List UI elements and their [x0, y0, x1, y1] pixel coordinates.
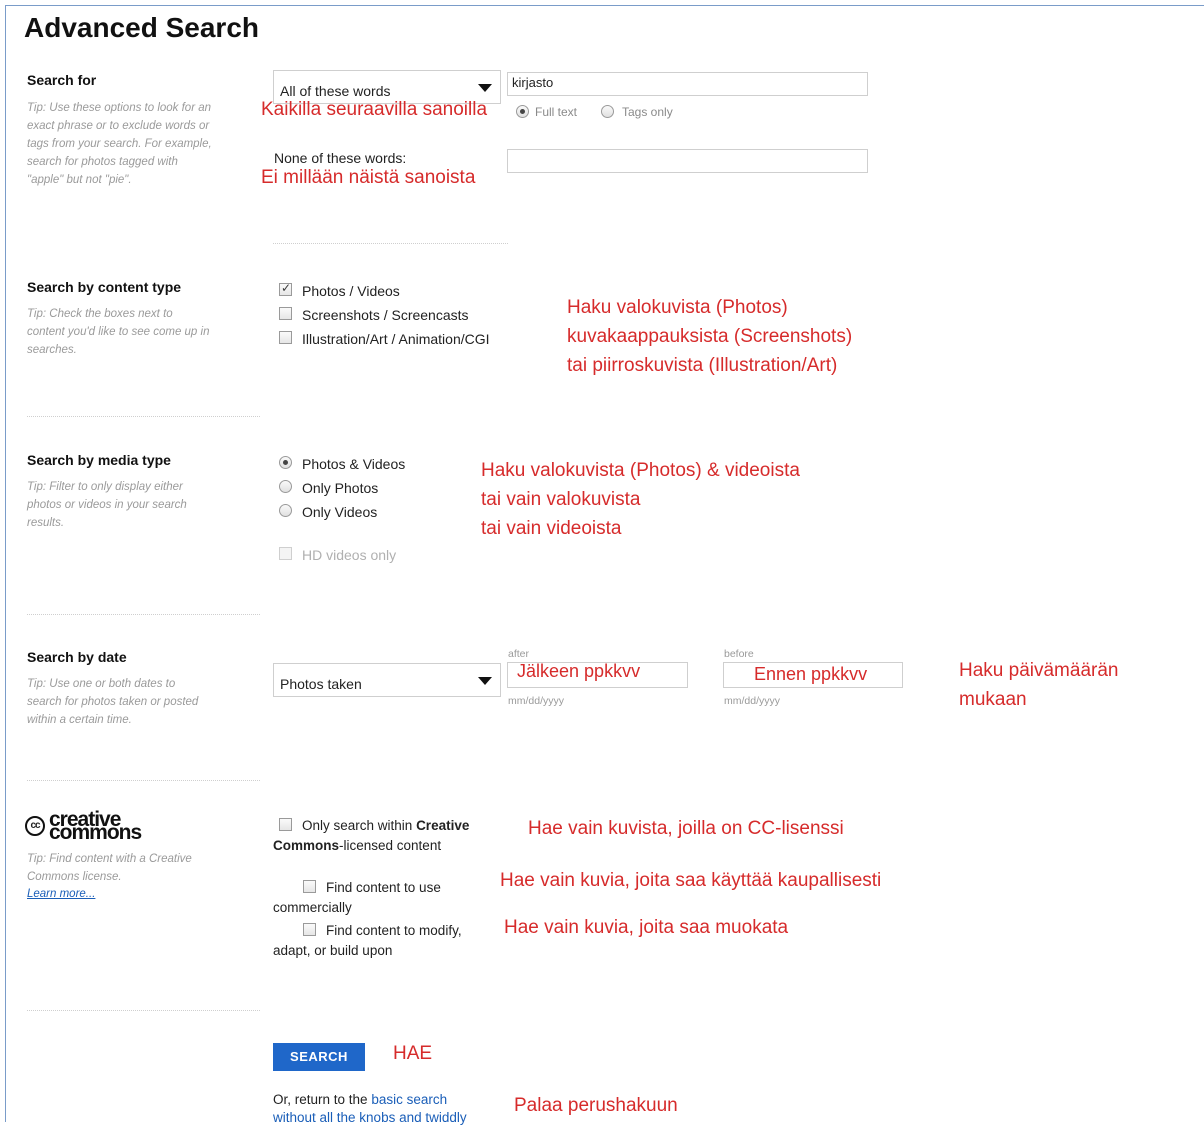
annotation-modify: Hae vain kuvia, joita saa muokata [504, 917, 789, 938]
query-input[interactable]: kirjasto [507, 72, 868, 96]
full-text-label: Full text [535, 105, 578, 119]
content-type-tip: Tip: Check the boxes next to content you… [27, 308, 210, 356]
media-type-heading: Search by media type [27, 452, 171, 468]
commercial-checkbox[interactable] [303, 880, 316, 893]
learn-more-link[interactable]: Learn more... [27, 885, 212, 903]
modify-label-1: Find content to modify, [326, 923, 462, 938]
after-date-input[interactable]: Jälkeen ppkkvv [507, 661, 688, 688]
hd-videos-label: HD videos only [302, 547, 397, 563]
cc-logo-text-2: commons [49, 821, 142, 844]
annotation-content-3: tai piirroskuvista (Illustration/Art) [567, 355, 838, 376]
search-button[interactable]: SEARCH [273, 1043, 365, 1071]
search-for-heading: Search for [27, 72, 97, 88]
only-cc-label-2: Commons-licensed content [273, 838, 442, 853]
illustration-checkbox[interactable] [279, 331, 292, 344]
none-words-input[interactable] [507, 149, 868, 173]
only-videos-radio[interactable] [279, 504, 292, 517]
divider [27, 1010, 260, 1011]
annotation-all-words: Kaikilla seuraavilla sanoilla [261, 99, 488, 120]
return-text: Or, return to the basic search [273, 1092, 448, 1107]
date-type-value: Photos taken [280, 676, 362, 692]
photos-and-videos-label: Photos & Videos [302, 456, 406, 472]
modify-checkbox[interactable] [303, 923, 316, 936]
basic-search-link[interactable]: basic search [371, 1092, 447, 1107]
screenshots-label: Screenshots / Screencasts [302, 307, 469, 323]
before-date-value: Ennen ppkkvv [754, 664, 868, 684]
illustration-label: Illustration/Art / Animation/CGI [302, 331, 490, 347]
photos-videos-checkbox[interactable] [279, 281, 292, 296]
commercial-label-1: Find content to use [326, 880, 441, 895]
annotation-content-2: kuvakaappauksista (Screenshots) [567, 326, 853, 347]
only-cc-label-1: Only search within Creative [302, 818, 470, 833]
annotation-cc: Hae vain kuvista, joilla on CC-lisenssi [528, 818, 844, 839]
only-cc-checkbox[interactable] [279, 818, 292, 831]
divider [273, 243, 508, 244]
only-videos-label: Only Videos [302, 504, 378, 520]
after-format-hint: mm/dd/yyyy [508, 695, 565, 707]
chevron-down-icon [478, 677, 492, 685]
only-photos-label: Only Photos [302, 480, 379, 496]
before-date-input[interactable]: Ennen ppkkvv [723, 662, 903, 688]
annotation-date-2: mukaan [959, 689, 1027, 710]
annotation-none-words: Ei millään näistä sanoista [261, 167, 476, 188]
chevron-down-icon [478, 84, 492, 92]
date-type-select[interactable]: Photos taken [273, 663, 501, 697]
date-heading: Search by date [27, 649, 127, 665]
annotation-search: HAE [393, 1043, 433, 1064]
divider [27, 614, 260, 615]
creative-commons-logo: cc creative commons [25, 809, 145, 844]
divider [27, 416, 260, 417]
cc-tip: Tip: Find content with a Creative Common… [27, 853, 192, 883]
screenshots-checkbox[interactable] [279, 307, 292, 320]
basic-search-link-2[interactable]: without all the knobs and twiddly [273, 1110, 467, 1125]
annotation-media-1: Haku valokuvista (Photos) & videoista [481, 460, 800, 481]
content-type-heading: Search by content type [27, 279, 182, 295]
commercial-label-2: commercially [273, 900, 352, 915]
annotation-media-2: tai vain valokuvista [481, 489, 641, 510]
tags-only-label: Tags only [622, 105, 673, 119]
annotation-content-1: Haku valokuvista (Photos) [567, 297, 788, 318]
annotation-media-3: tai vain videoista [481, 518, 622, 539]
before-format-hint: mm/dd/yyyy [724, 695, 781, 707]
annotation-commercial: Hae vain kuvia, joita saa käyttää kaupal… [500, 870, 882, 891]
divider [27, 780, 260, 781]
page-title: Advanced Search [24, 12, 259, 43]
search-for-tip: Tip: Use these options to look for an ex… [27, 102, 212, 186]
date-tip: Tip: Use one or both dates to search for… [27, 678, 199, 726]
modify-label-2: adapt, or build upon [273, 943, 393, 958]
hd-videos-checkbox[interactable] [279, 547, 292, 560]
before-label: before [724, 648, 754, 660]
tags-only-radio[interactable] [601, 105, 614, 118]
after-date-value: Jälkeen ppkkvv [517, 661, 641, 681]
photos-and-videos-radio[interactable] [279, 456, 292, 469]
annotation-date-1: Haku päivämäärän [959, 660, 1119, 681]
only-photos-radio[interactable] [279, 480, 292, 493]
media-type-tip: Tip: Filter to only display either photo… [27, 481, 187, 529]
annotation-return: Palaa perushakuun [514, 1095, 678, 1116]
full-text-radio[interactable] [516, 105, 529, 118]
cc-logo-mark: cc [25, 816, 45, 836]
photos-videos-label: Photos / Videos [302, 283, 400, 299]
